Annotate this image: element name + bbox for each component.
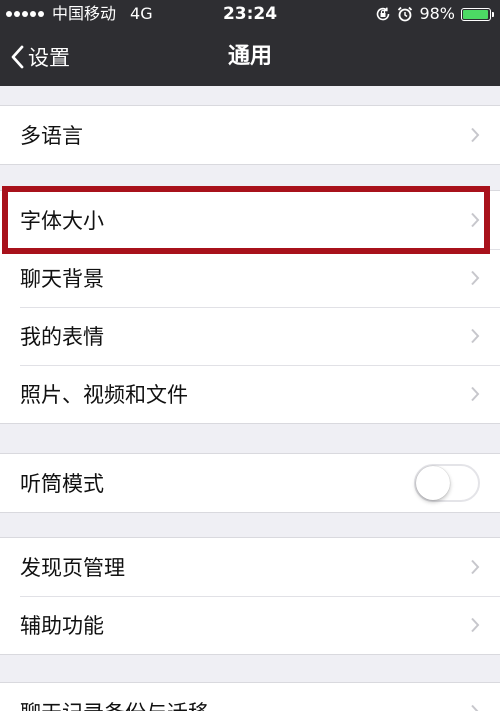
chevron-right-icon	[471, 328, 480, 344]
chevron-right-icon	[471, 270, 480, 286]
page-title: 通用	[227, 44, 272, 69]
settings-group-language: 多语言	[0, 105, 500, 165]
chevron-right-icon	[471, 704, 479, 711]
chevron-right-icon	[471, 212, 480, 228]
list-item-label: 聊天记录备份与迁移	[20, 697, 209, 711]
toggle-knob	[416, 466, 450, 500]
list-item-label: 我的表情	[20, 325, 104, 349]
earpiece-mode-toggle[interactable]	[414, 464, 480, 502]
list-item-label: 发现页管理	[20, 556, 125, 580]
list-item-label: 听筒模式	[20, 472, 104, 496]
orientation-lock-icon	[377, 7, 390, 21]
settings-group-discover: 发现页管理 辅助功能	[0, 537, 500, 655]
status-right: 98%	[375, 0, 494, 28]
list-item-label: 照片、视频和文件	[20, 383, 188, 407]
settings-group-earpiece: 听筒模式	[0, 453, 500, 513]
list-item-discover-management[interactable]: 发现页管理	[0, 538, 500, 596]
settings-group-backup: 聊天记录备份与迁移	[0, 682, 500, 711]
list-item-accessibility[interactable]: 辅助功能	[0, 596, 500, 654]
list-item-language[interactable]: 多语言	[0, 106, 500, 164]
chevron-right-icon	[471, 559, 480, 575]
status-bar: 中国移动 4G 23:24 98%	[0, 0, 500, 28]
list-item-my-stickers[interactable]: 我的表情	[0, 307, 500, 365]
list-item-label: 辅助功能	[20, 614, 104, 638]
list-item-chat-backup-migration[interactable]: 聊天记录备份与迁移	[0, 683, 500, 711]
battery-cap	[492, 11, 494, 17]
list-item-label: 聊天背景	[20, 267, 104, 291]
chevron-right-icon	[471, 386, 480, 402]
battery-fill	[463, 9, 488, 19]
top-bar: 中国移动 4G 23:24 98% 设置 通用	[0, 0, 500, 86]
settings-group-display: 字体大小 聊天背景 我的表情 照片、视频和文件	[0, 190, 500, 424]
list-item-label: 多语言	[20, 124, 83, 148]
list-item-font-size[interactable]: 字体大小	[0, 191, 500, 249]
list-item-earpiece-mode: 听筒模式	[0, 454, 500, 512]
list-item-chat-background[interactable]: 聊天背景	[0, 249, 500, 307]
nav-bar: 设置 通用	[0, 28, 500, 86]
chevron-right-icon	[471, 127, 480, 143]
chevron-right-icon	[471, 617, 480, 633]
alarm-icon	[398, 6, 413, 22]
list-item-label: 字体大小	[20, 209, 104, 233]
screen: 中国移动 4G 23:24 98% 设置 通用 多语言 字体大小 聊天背景 我的…	[0, 0, 500, 711]
battery-icon	[461, 7, 491, 21]
list-item-photos-videos-files[interactable]: 照片、视频和文件	[0, 365, 500, 423]
battery-percent: 98%	[419, 4, 455, 23]
